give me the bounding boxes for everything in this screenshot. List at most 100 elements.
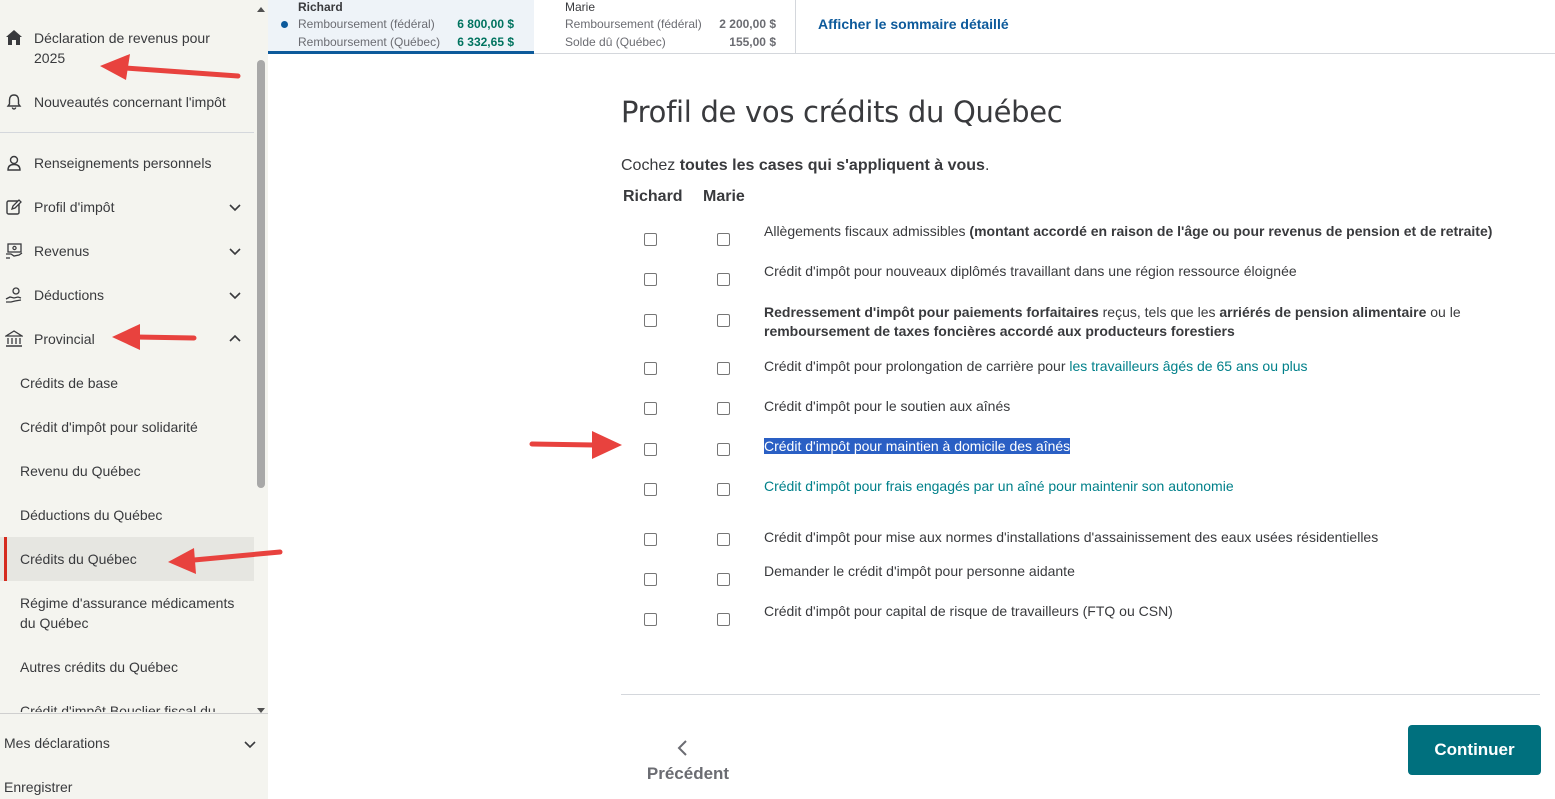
chevron-left-icon (676, 739, 690, 757)
credit-item-label: Crédit d'impôt pour le soutien aux aînés (764, 398, 1011, 414)
sidebar-subitem-label: Revenu du Québec (20, 463, 141, 479)
chevron-up-icon[interactable] (226, 330, 244, 348)
sidebar-scrollbar-thumb[interactable] (257, 60, 265, 488)
credit-item-label: Crédit d'impôt pour maintien à domicile … (764, 437, 1524, 456)
summary-line-label: Remboursement (fédéral) (565, 17, 702, 31)
selected-text: Crédit d'impôt pour maintien à domicile … (764, 438, 1071, 454)
scroll-down-arrow-icon[interactable] (256, 702, 266, 713)
chevron-down-icon[interactable] (241, 735, 259, 753)
credit-item-label: Crédit d'impôt pour capital de risque de… (764, 603, 1173, 619)
checkbox-marie-lump-sum-adjustment[interactable] (717, 314, 730, 327)
sidebar-subitem-label: Régime d'assurance médicaments du Québec (20, 595, 235, 631)
checkbox-marie-senior-support[interactable] (717, 402, 730, 415)
sidebar-subitem-quebec-deductions[interactable]: Déductions du Québec (0, 505, 254, 525)
summary-line-amount: 155,00 $ (729, 35, 776, 49)
checkbox-richard-new-graduates[interactable] (644, 273, 657, 286)
instruction-prefix: Cochez (621, 157, 680, 174)
checkbox-marie-senior-autonomy[interactable] (717, 483, 730, 496)
column-header-marie: Marie (703, 188, 745, 205)
scroll-up-arrow-icon[interactable] (256, 0, 266, 12)
summary-panel-richard[interactable]: Richard Remboursement (fédéral) 6 800,00… (268, 0, 534, 54)
credit-item-label: Crédit d'impôt pour nouveaux diplômés tr… (764, 263, 1297, 279)
credit-item-text-bold: Redressement d'impôt pour paiements forf… (764, 304, 1099, 320)
checkbox-richard-wastewater[interactable] (644, 533, 657, 546)
summary-line-label: Solde dû (Québec) (565, 35, 666, 49)
sidebar-item-label: Revenus (34, 243, 90, 259)
government-building-icon (5, 330, 23, 348)
sidebar-subitem-quebec-income[interactable]: Revenu du Québec (0, 461, 254, 481)
chevron-down-icon[interactable] (226, 286, 244, 304)
checkbox-richard-lump-sum-adjustment[interactable] (644, 314, 657, 327)
credit-item-text: Crédit d'impôt pour prolongation de carr… (764, 358, 1070, 374)
summary-line-label: Remboursement (fédéral) (298, 17, 435, 31)
checkbox-richard-caregiver[interactable] (644, 573, 657, 586)
checkbox-richard-home-support-seniors[interactable] (644, 443, 657, 456)
credit-item-label: Crédit d'impôt pour frais engagés par un… (764, 477, 1524, 496)
footer-divider (621, 694, 1540, 695)
sidebar-subitem-label: Crédit d'impôt pour solidarité (20, 419, 198, 435)
annotation-arrow-icon (529, 431, 622, 459)
sidebar-item-label: Déductions (34, 287, 105, 303)
sidebar-subitem-other-quebec-credits[interactable]: Autres crédits du Québec (0, 657, 254, 677)
summary-line-label: Remboursement (Québec) (298, 35, 441, 49)
checkbox-richard-age-relief[interactable] (644, 233, 657, 246)
checkbox-richard-venture-capital[interactable] (644, 613, 657, 626)
workers-65-plus-link[interactable]: les travailleurs âgés de 65 ans ou plus (1069, 358, 1307, 374)
checkbox-richard-senior-support[interactable] (644, 402, 657, 415)
sidebar-item-save[interactable]: Enregistrer (0, 779, 268, 799)
credit-item-text: ou le (1426, 304, 1461, 320)
sidebar-item-income[interactable]: Revenus (0, 241, 254, 261)
sidebar-subitem-label: Autres crédits du Québec (20, 659, 178, 675)
sidebar-subitem-label: Crédits du Québec (20, 551, 137, 567)
sidebar-item-label: Nouveautés concernant l'impôt (34, 94, 226, 110)
credit-item-text-bold: (montant accordé en raison de l'âge ou p… (969, 223, 1493, 239)
sidebar-item-label: Mes déclarations (4, 735, 110, 751)
sidebar-item-news[interactable]: Nouveautés concernant l'impôt (0, 92, 254, 112)
checkbox-marie-new-graduates[interactable] (717, 273, 730, 286)
summary-line-amount: 2 200,00 $ (719, 17, 776, 31)
sidebar-item-tax-profile[interactable]: Profil d'impôt (0, 197, 254, 217)
refund-summary-bar: Richard Remboursement (fédéral) 6 800,00… (268, 0, 1555, 54)
checkbox-marie-career-extension[interactable] (717, 362, 730, 375)
sidebar-subitem-label: Déductions du Québec (20, 507, 163, 523)
checkbox-marie-caregiver[interactable] (717, 573, 730, 586)
edit-icon (5, 198, 23, 216)
annotation-arrow-icon (168, 548, 283, 574)
checkbox-marie-venture-capital[interactable] (717, 613, 730, 626)
sidebar-item-personal[interactable]: Renseignements personnels (0, 153, 254, 173)
chevron-down-icon[interactable] (226, 198, 244, 216)
summary-person-name: Marie (565, 0, 596, 14)
sidebar-divider (0, 132, 254, 133)
senior-autonomy-link[interactable]: Crédit d'impôt pour frais engagés par un… (764, 478, 1234, 494)
sidebar-subitem-base-credits[interactable]: Crédits de base (0, 373, 254, 393)
sidebar-subitem-tax-shield[interactable]: Crédit d'impôt Bouclier fiscal du (0, 701, 254, 712)
chevron-down-icon[interactable] (226, 242, 244, 260)
credit-item-text-bold: remboursement de taxes foncières accordé… (764, 323, 1235, 339)
sidebar-item-label: Enregistrer (4, 779, 73, 795)
detailed-summary-link[interactable]: Afficher le sommaire détaillé (818, 16, 1009, 32)
selected-dot-icon (281, 21, 288, 28)
checkbox-marie-wastewater[interactable] (717, 533, 730, 546)
summary-panel-marie[interactable]: Marie Remboursement (fédéral) 2 200,00 $… (534, 0, 796, 54)
active-indicator (4, 537, 7, 581)
previous-label: Précédent (646, 764, 730, 783)
sidebar-subitem-label: Crédit d'impôt Bouclier fiscal du (20, 703, 216, 712)
credit-item-label: Redressement d'impôt pour paiements forf… (764, 303, 1524, 341)
sidebar-subitem-solidarity-credit[interactable]: Crédit d'impôt pour solidarité (0, 417, 254, 437)
sidebar-item-label: Profil d'impôt (34, 199, 115, 215)
instruction-suffix: . (984, 157, 990, 174)
sidebar-subitem-label: Crédits de base (20, 375, 119, 391)
credit-item-label: Allègements fiscaux admissibles (montant… (764, 222, 1524, 241)
credit-item-label: Crédit d'impôt pour mise aux normes d'in… (764, 529, 1379, 545)
continue-button[interactable]: Continuer (1408, 725, 1541, 775)
sidebar-item-my-returns[interactable]: Mes déclarations (0, 734, 268, 754)
checkbox-marie-home-support-seniors[interactable] (717, 443, 730, 456)
sidebar-item-deductions[interactable]: Déductions (0, 285, 254, 305)
previous-button[interactable]: Précédent (640, 735, 736, 785)
sidebar-subitem-drug-insurance[interactable]: Régime d'assurance médicaments du Québec (0, 593, 254, 633)
checkbox-marie-age-relief[interactable] (717, 233, 730, 246)
checkbox-richard-senior-autonomy[interactable] (644, 483, 657, 496)
sidebar-nav: Déclaration de revenus pour 2025 Nouveau… (0, 0, 254, 712)
credit-item-text: reçus, tels que les (1098, 304, 1220, 320)
checkbox-richard-career-extension[interactable] (644, 362, 657, 375)
